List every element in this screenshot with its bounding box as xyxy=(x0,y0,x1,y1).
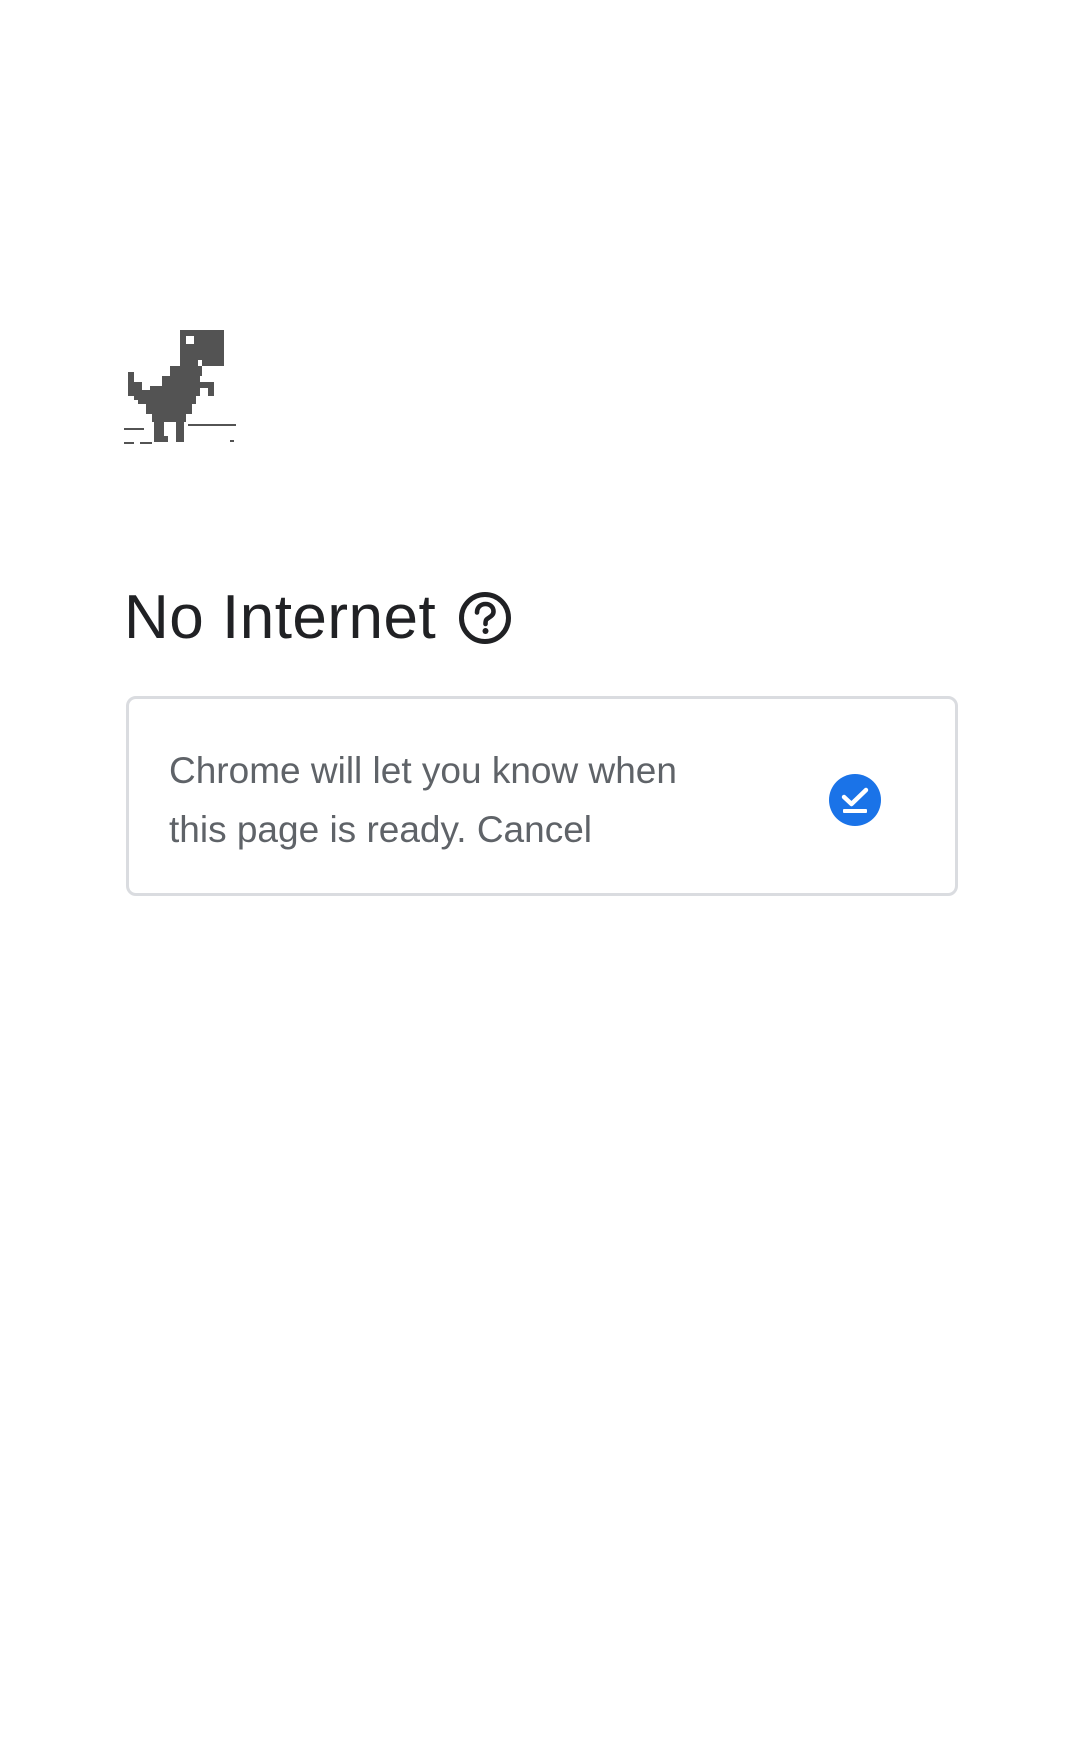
offline-dinosaur-icon xyxy=(124,330,236,444)
cancel-link[interactable]: Cancel xyxy=(477,809,592,850)
notification-message: Chrome will let you know when this page … xyxy=(169,750,677,850)
help-circle-icon[interactable] xyxy=(458,591,512,645)
notification-card: Chrome will let you know when this page … xyxy=(126,696,958,896)
download-check-icon xyxy=(829,774,881,826)
notification-text: Chrome will let you know when this page … xyxy=(169,741,729,859)
page-title: No Internet xyxy=(124,583,437,652)
title-row: No Internet xyxy=(124,582,512,654)
